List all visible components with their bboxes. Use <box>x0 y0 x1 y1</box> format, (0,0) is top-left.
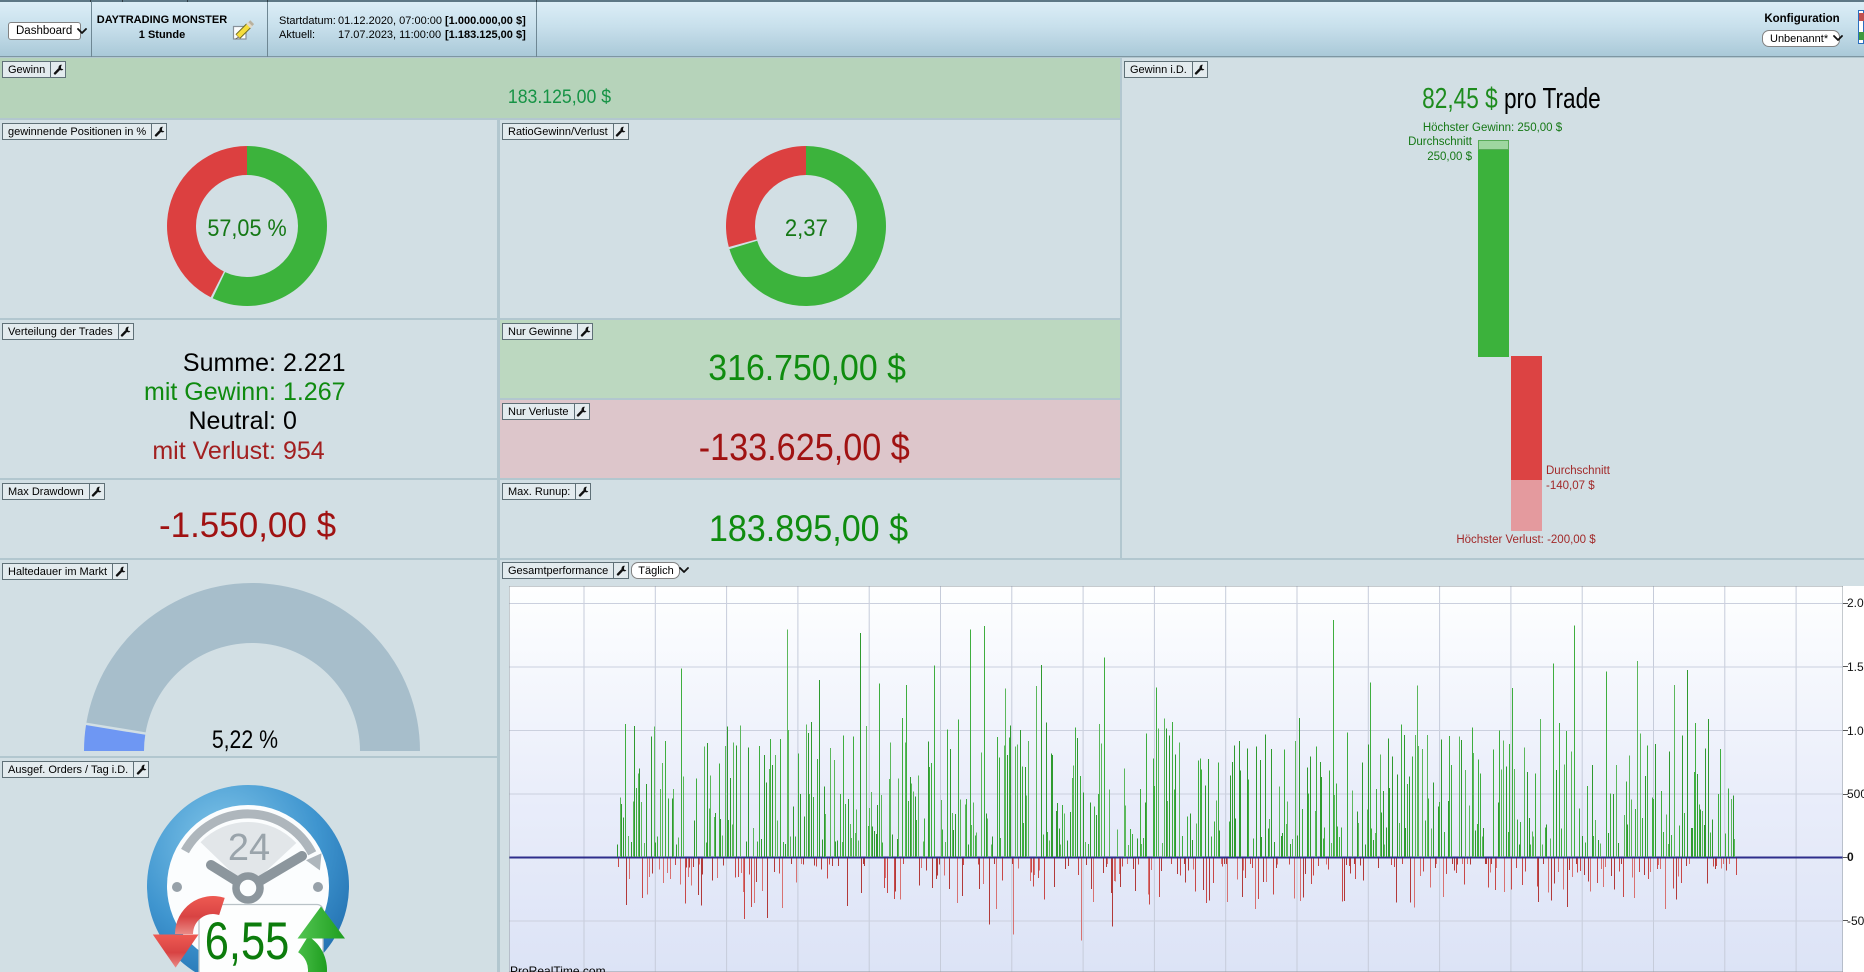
svg-text:24: 24 <box>228 827 270 869</box>
svg-text:6,55: 6,55 <box>205 912 290 971</box>
